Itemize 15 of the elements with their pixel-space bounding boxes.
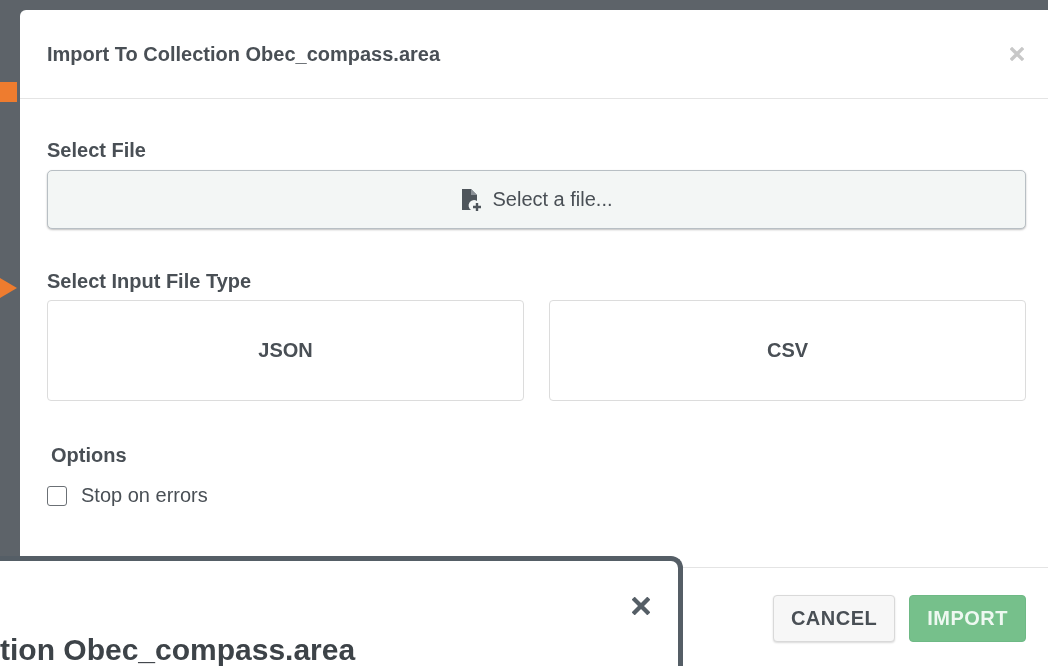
file-type-option[interactable]: CSV <box>549 300 1026 401</box>
marker-bar <box>0 82 17 102</box>
file-type-option[interactable]: JSON <box>47 300 524 401</box>
dialog-title: tion Obec_compass.area <box>0 633 356 666</box>
triangle-icon <box>0 278 17 298</box>
close-icon[interactable] <box>632 597 650 615</box>
checkbox[interactable] <box>47 485 67 506</box>
checkbox-label: Stop on errors <box>81 484 208 507</box>
dialog-title: Import To Collection Obec_compass.area <box>47 42 441 66</box>
section-label: Options <box>51 443 128 467</box>
file-add-icon <box>460 187 483 212</box>
cancel-button[interactable]: CANCEL <box>772 595 896 642</box>
section-label: Select File <box>47 138 147 162</box>
select-file-button[interactable]: Select a file... <box>47 170 1026 229</box>
section-label: Select Input File Type <box>47 269 253 293</box>
